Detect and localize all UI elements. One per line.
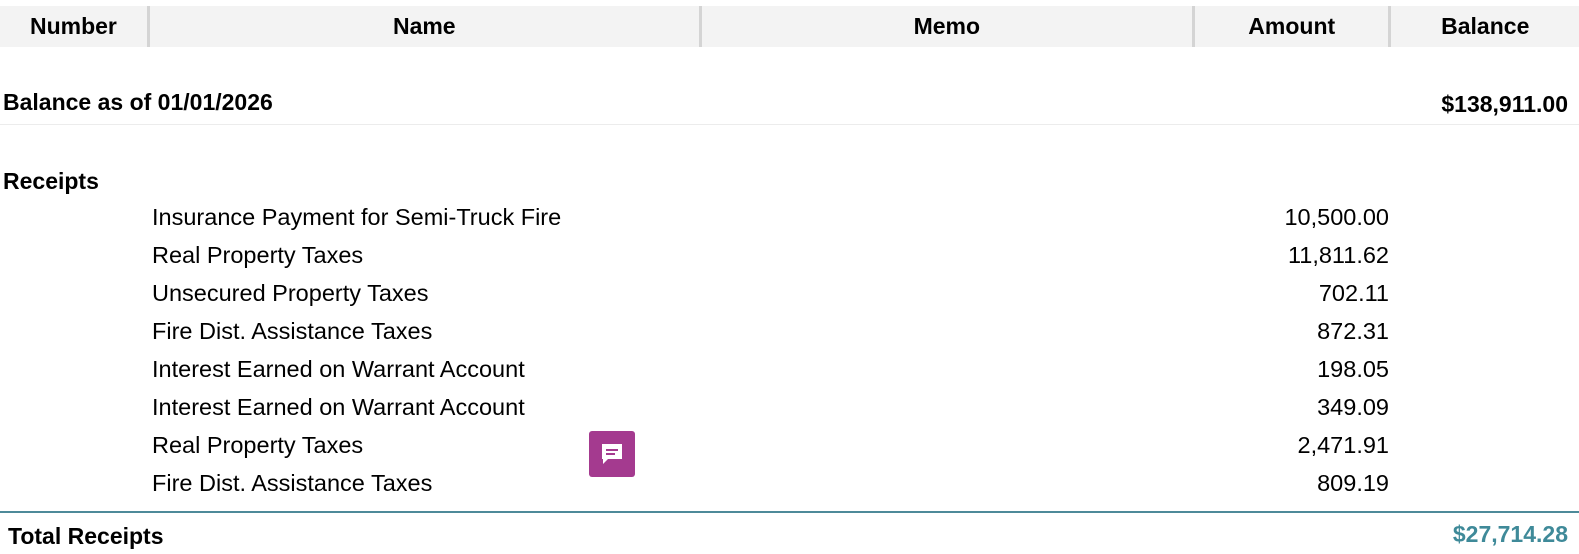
receipt-name: Insurance Payment for Semi-Truck Fire [152,204,562,230]
receipt-row[interactable]: Interest Earned on Warrant Account 198.0… [0,352,1579,390]
opening-balance-label: Balance as of 01/01/2026 [3,89,273,115]
receipts-list: Insurance Payment for Semi-Truck Fire 10… [0,200,1579,504]
receipt-row[interactable]: Real Property Taxes 11,811.62 [0,238,1579,276]
column-header-number[interactable]: Number [0,6,147,47]
column-header-amount[interactable]: Amount [1195,6,1389,47]
receipt-row[interactable]: Real Property Taxes 2,471.91 [0,428,1579,466]
receipt-amount: 872.31 [1317,318,1389,344]
comment-bubble-glyph [602,444,622,464]
column-header-row: Number Name Memo Amount Balance [0,6,1579,47]
comment-icon[interactable] [589,431,635,477]
receipt-amount: 349.09 [1317,394,1389,420]
receipt-amount: 702.11 [1318,280,1389,306]
receipt-name: Fire Dist. Assistance Taxes [152,470,433,496]
opening-balance-value: $138,911.00 [1441,91,1568,117]
receipts-section-title: Receipts [3,168,99,194]
receipt-amount: 11,811.62 [1287,242,1389,268]
receipt-amount: 198.05 [1317,356,1389,382]
receipt-row[interactable]: Fire Dist. Assistance Taxes 872.31 [0,314,1579,352]
column-header-memo[interactable]: Memo [702,6,1192,47]
receipt-name: Interest Earned on Warrant Account [152,394,525,420]
receipt-name: Fire Dist. Assistance Taxes [152,318,433,344]
receipt-amount: 809.19 [1317,470,1389,496]
receipt-row[interactable]: Insurance Payment for Semi-Truck Fire 10… [0,200,1579,238]
register-report: Number Name Memo Amount Balance Balance … [0,0,1579,554]
receipt-name: Interest Earned on Warrant Account [152,356,525,382]
receipt-row[interactable]: Unsecured Property Taxes 702.11 [0,276,1579,314]
total-receipts-label: Total Receipts [8,523,164,549]
receipt-name: Real Property Taxes [152,242,364,268]
total-receipts-row: Total Receipts $27,714.28 [0,511,1579,554]
receipt-amount: 2,471.91 [1297,432,1389,458]
total-receipts-value: $27,714.28 [1452,521,1568,547]
column-header-name[interactable]: Name [150,6,699,47]
receipt-row[interactable]: Interest Earned on Warrant Account 349.0… [0,390,1579,428]
opening-balance-row: Balance as of 01/01/2026 $138,911.00 [0,85,1579,125]
receipt-name: Real Property Taxes [152,432,364,458]
receipt-row[interactable]: Fire Dist. Assistance Taxes 809.19 [0,466,1579,504]
receipt-amount: 10,500.00 [1284,204,1389,230]
column-header-balance[interactable]: Balance [1391,6,1579,47]
receipt-name: Unsecured Property Taxes [152,280,429,306]
